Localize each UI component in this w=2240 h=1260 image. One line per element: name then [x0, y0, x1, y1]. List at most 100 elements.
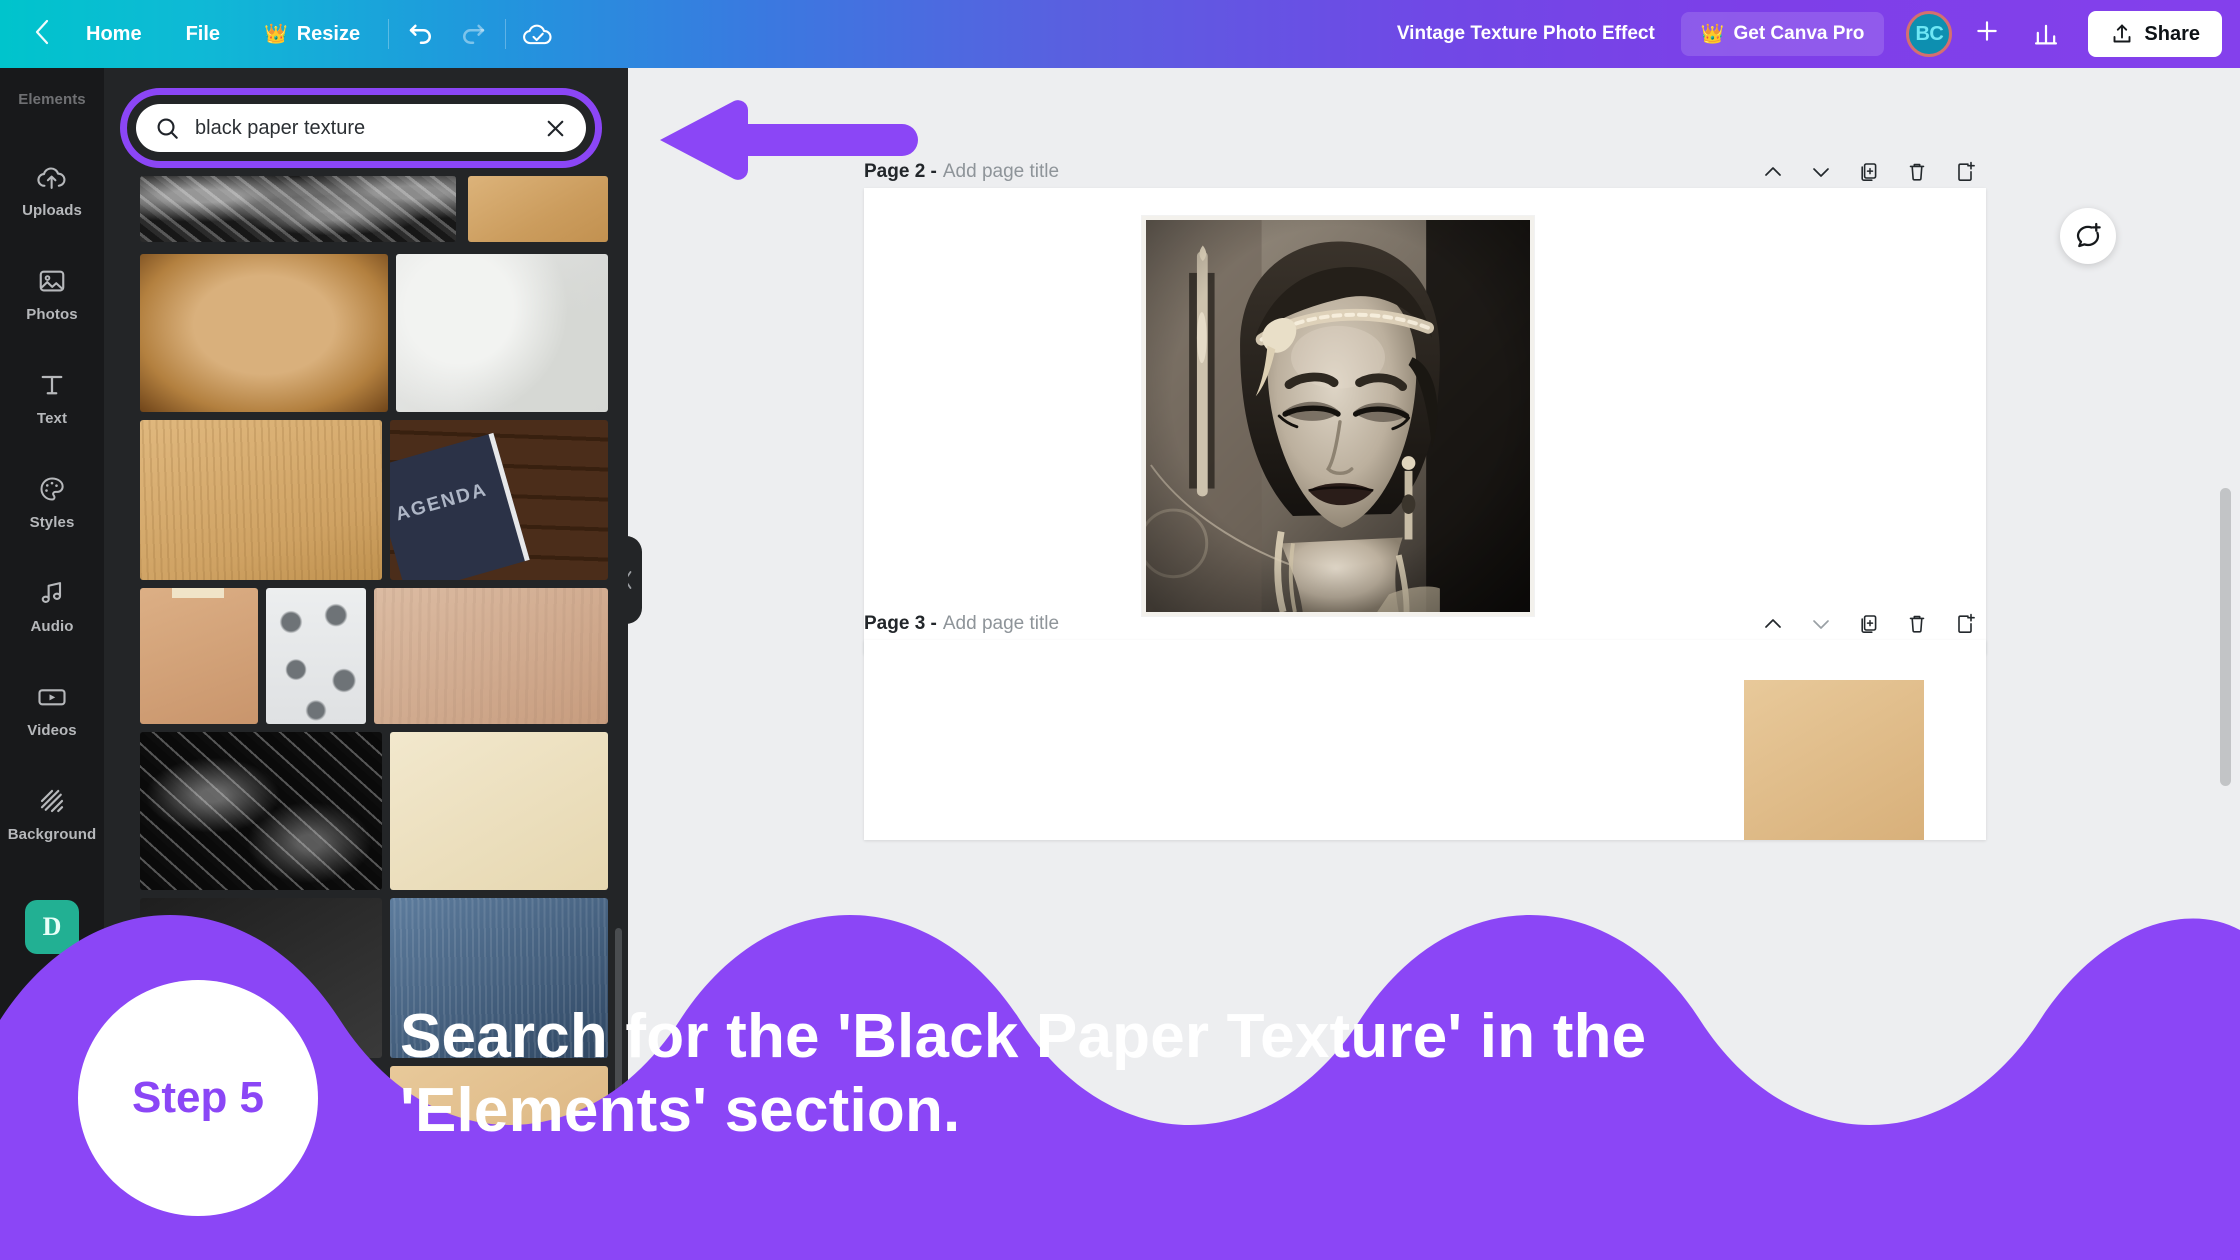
plus-icon: [1977, 21, 1998, 41]
sidebar-item-label: Styles: [29, 514, 75, 531]
move-page-up-button[interactable]: [1752, 151, 1794, 193]
sidebar-item-label: Photos: [26, 306, 78, 323]
result-thumb[interactable]: [140, 420, 382, 580]
sidebar-item-label: Background: [7, 826, 97, 843]
result-thumb[interactable]: AGENDA: [390, 420, 608, 580]
duplicate-page-button[interactable]: [1848, 603, 1890, 645]
sidebar-item-elements[interactable]: Elements: [0, 68, 104, 108]
left-arrow-annotation-icon: [660, 100, 918, 180]
step-label: Step 5: [131, 1073, 265, 1122]
upload-icon: [2113, 24, 2131, 43]
cloud-saved-button[interactable]: [512, 10, 564, 58]
music-note-icon: [36, 576, 68, 610]
move-page-down-button[interactable]: [1800, 603, 1842, 645]
cloud-check-icon: [523, 24, 552, 45]
avatar[interactable]: BC: [1906, 11, 1953, 57]
text-t-icon: [37, 368, 67, 402]
page-canvas[interactable]: [864, 188, 1986, 654]
undo-icon: [409, 24, 432, 44]
cloud-upload-icon: [35, 160, 69, 194]
result-thumb[interactable]: [140, 254, 388, 412]
duplicate-icon: [1861, 615, 1877, 633]
sidebar-item-photos[interactable]: Photos: [0, 264, 104, 323]
document-title[interactable]: Vintage Texture Photo Effect: [1371, 23, 1681, 45]
left-arrow-annotation: [650, 95, 920, 190]
share-button[interactable]: Share: [2088, 11, 2222, 57]
file-menu-button[interactable]: File: [164, 0, 242, 68]
palette-icon: [36, 472, 68, 506]
sidebar-item-videos[interactable]: Videos: [0, 680, 104, 739]
result-thumb[interactable]: [390, 732, 608, 890]
result-thumb[interactable]: [266, 588, 366, 724]
back-button[interactable]: [20, 19, 64, 49]
app-badge-button[interactable]: D: [0, 900, 104, 954]
top-toolbar: Home File 👑 Resize Vintage Texture Photo…: [0, 0, 2240, 68]
move-page-down-button[interactable]: [1800, 151, 1842, 193]
add-page-button[interactable]: [1944, 603, 1986, 645]
instruction-caption: Search for the 'Black Paper Texture' in …: [400, 1000, 2000, 1149]
step-badge: Step 5: [78, 980, 318, 1216]
caption-line-2: 'Elements' section.: [400, 1076, 961, 1146]
page3-texture-element[interactable]: [1744, 680, 1924, 840]
add-comment-icon: [2076, 222, 2101, 248]
chevron-down-icon: [1813, 620, 1829, 629]
resize-button[interactable]: 👑 Resize: [242, 0, 382, 68]
close-x-icon: [547, 120, 564, 136]
sidebar-item-label: Text: [36, 410, 68, 427]
toolbar-divider-2: [505, 19, 507, 49]
add-page-button[interactable]: [1944, 151, 1986, 193]
search-input-field[interactable]: [195, 116, 535, 140]
result-thumb[interactable]: [468, 176, 608, 242]
bar-chart-icon: [2035, 24, 2058, 45]
add-comment-button[interactable]: [2060, 208, 2116, 264]
result-thumb[interactable]: [140, 732, 382, 890]
result-thumb[interactable]: [140, 588, 258, 724]
delete-page-button[interactable]: [1896, 603, 1938, 645]
pro-label: Get Canva Pro: [1733, 23, 1865, 44]
page-header: Page 3 - Add page title: [864, 604, 1986, 644]
add-collaborator-button[interactable]: [1958, 18, 2016, 50]
hatch-pattern-icon: [36, 784, 68, 818]
resize-label: Resize: [296, 22, 361, 45]
sidebar-item-styles[interactable]: Styles: [0, 472, 104, 531]
page-title-placeholder[interactable]: Add page title: [943, 161, 1059, 183]
result-thumb[interactable]: [140, 176, 456, 242]
sidebar-item-label: Elements: [18, 91, 86, 108]
move-page-up-button[interactable]: [1752, 603, 1794, 645]
chevron-up-icon: [1765, 167, 1781, 176]
home-label: Home: [86, 22, 142, 45]
search-input[interactable]: [136, 104, 586, 152]
sidebar-item-background[interactable]: Background: [0, 784, 104, 843]
delete-page-button[interactable]: [1896, 151, 1938, 193]
result-thumb[interactable]: [374, 588, 608, 724]
sidebar-item-uploads[interactable]: Uploads: [0, 160, 104, 219]
page-title-placeholder[interactable]: Add page title: [943, 613, 1059, 635]
vintage-flapper-portrait[interactable]: [1142, 216, 1534, 616]
get-canva-pro-button[interactable]: 👑 Get Canva Pro: [1680, 12, 1885, 56]
page-header: Page 2 - Add page title: [864, 152, 1986, 192]
toolbar-divider: [388, 19, 390, 49]
insights-button[interactable]: [2016, 20, 2076, 48]
add-page-icon: [1958, 161, 1975, 181]
canvas-scrollbar[interactable]: [2220, 488, 2231, 786]
sidebar-item-text[interactable]: Text: [0, 368, 104, 427]
app-badge-icon: D: [25, 900, 79, 954]
redo-button[interactable]: [447, 10, 499, 58]
search-icon: [157, 118, 178, 139]
thumb-text: AGENDA: [393, 479, 490, 526]
trash-icon: [1909, 163, 1925, 181]
home-button[interactable]: Home: [64, 0, 164, 68]
clear-search-button[interactable]: [535, 116, 568, 141]
page-canvas[interactable]: [864, 640, 1986, 840]
portrait-photo-artwork: [1146, 220, 1530, 612]
duplicate-page-button[interactable]: [1848, 151, 1890, 193]
sidebar-item-label: Uploads: [22, 202, 82, 219]
sidebar-item-audio[interactable]: Audio: [0, 576, 104, 635]
share-label: Share: [2144, 22, 2200, 45]
chevron-down-icon: [1813, 168, 1829, 177]
page-number-label: Page 3 -: [864, 613, 937, 634]
undo-button[interactable]: [395, 10, 447, 58]
chevron-up-icon: [1765, 619, 1781, 628]
result-thumb[interactable]: [396, 254, 608, 412]
sidebar-item-label: Videos: [27, 722, 77, 739]
